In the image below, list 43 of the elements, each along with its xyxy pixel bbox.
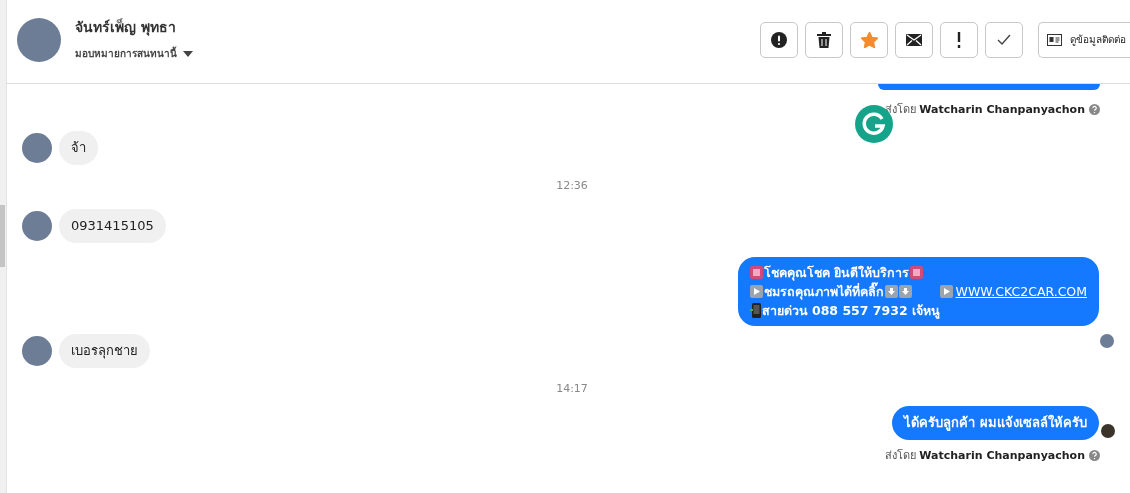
play-icon [939, 285, 953, 298]
alert-icon [771, 31, 787, 48]
message-bubble: เบอรลุกชาย [59, 334, 150, 368]
star-button[interactable] [850, 21, 888, 58]
timestamp: 12:36 [555, 179, 589, 192]
message-text: ชมรถคุณภาพได้ที่คลิ๊ก [763, 282, 884, 301]
message-bubble: 0931415105 [59, 209, 166, 243]
id-card-icon [1047, 33, 1062, 46]
phone-icon [749, 303, 761, 318]
avatar [22, 211, 52, 241]
frame-icon [909, 266, 923, 279]
avatar [17, 17, 61, 62]
alert-button[interactable] [760, 21, 798, 58]
down-arrow-icon [884, 285, 898, 298]
message-text: สายด่วน 088 557 7932 เจ้หนู [761, 301, 940, 320]
seen-avatar [1100, 334, 1114, 348]
frame-icon [749, 266, 763, 279]
done-button[interactable] [985, 21, 1023, 58]
delete-button[interactable] [805, 21, 843, 58]
sent-by-label: ส่งโดย Watcharin Chanpanyachon [884, 102, 1085, 118]
contact-name: จันทร์เพ็ญ พุทธา [75, 17, 177, 38]
avatar [1101, 424, 1115, 438]
sent-by-label: ส่งโดย Watcharin Chanpanyachon [884, 448, 1085, 464]
down-arrow-icon [898, 285, 912, 298]
website-link[interactable]: WWW.CKC2CAR.COM [955, 282, 1087, 301]
trash-icon [817, 31, 831, 48]
timestamp: 14:17 [555, 382, 589, 395]
help-icon[interactable] [1089, 103, 1100, 115]
mail-icon [906, 33, 922, 46]
assign-dropdown[interactable]: มอบหมายการสนทนานี้ [75, 46, 193, 61]
check-icon [997, 34, 1011, 45]
message-text: โชคคุณโชค ยินดีให้บริการ [763, 263, 909, 282]
scrollbar[interactable] [0, 0, 7, 493]
help-icon[interactable] [1089, 449, 1100, 461]
message-bubble: ได้ครับลูกค้า ผมแจ้งเซลล์ให้ครับ [892, 406, 1099, 440]
caret-icon [183, 50, 193, 57]
contact-info-button[interactable]: ดูข้อมูลติดต่อ [1038, 21, 1130, 58]
avatar [22, 133, 52, 163]
message-bubble: จ้า [59, 131, 98, 165]
avatar [22, 336, 52, 366]
mail-button[interactable] [895, 21, 933, 58]
play-icon [749, 285, 763, 298]
exclamation-icon [957, 31, 961, 48]
